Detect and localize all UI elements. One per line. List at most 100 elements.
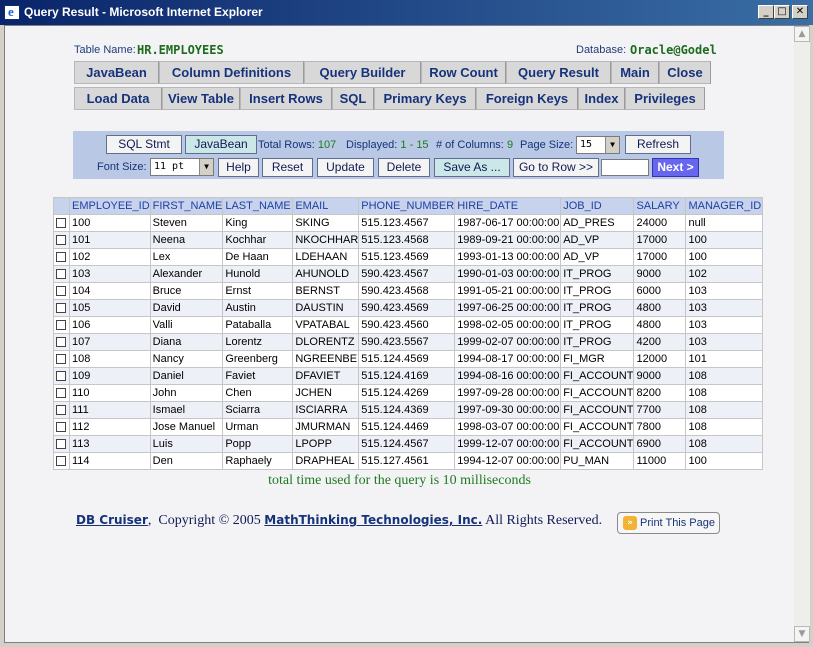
table-cell[interactable]: 101 bbox=[685, 350, 764, 368]
table-cell[interactable]: 590.423.4560 bbox=[358, 316, 456, 334]
table-cell[interactable]: 112 bbox=[69, 418, 151, 436]
table-cell[interactable]: 113 bbox=[69, 435, 151, 453]
row-checkbox[interactable] bbox=[56, 218, 66, 229]
nav-close[interactable]: Close bbox=[659, 61, 711, 84]
table-cell[interactable]: 103 bbox=[685, 333, 764, 351]
table-cell[interactable]: 108 bbox=[69, 350, 151, 368]
column-header[interactable]: EMPLOYEE_ID bbox=[69, 197, 151, 215]
table-cell[interactable]: Luis bbox=[149, 435, 224, 453]
table-cell[interactable]: 1997-09-28 00:00:00 bbox=[454, 384, 562, 402]
table-cell[interactable]: DFAVIET bbox=[292, 367, 360, 385]
table-row[interactable]: 102 Lex De Haan LDEHAAN 515.123.4569 1993-01-… bbox=[53, 248, 764, 266]
table-cell[interactable]: FI_ACCOUNT bbox=[560, 384, 635, 402]
column-header[interactable]: PHONE_NUMBER bbox=[358, 197, 456, 215]
column-header[interactable]: LAST_NAME bbox=[222, 197, 294, 215]
table-cell[interactable]: FI_ACCOUNT bbox=[560, 401, 635, 419]
nav-sql[interactable]: SQL bbox=[332, 87, 374, 110]
row-checkbox[interactable] bbox=[56, 269, 66, 280]
column-header[interactable]: MANAGER_ID bbox=[685, 197, 764, 215]
table-cell[interactable]: David bbox=[149, 299, 224, 317]
next-page-button[interactable]: Next > bbox=[652, 158, 699, 177]
table-cell[interactable]: Sciarra bbox=[222, 401, 294, 419]
table-cell[interactable]: LPOPP bbox=[292, 435, 360, 453]
row-checkbox[interactable] bbox=[56, 235, 66, 246]
table-cell[interactable]: Diana bbox=[149, 333, 224, 351]
table-cell[interactable]: 590.423.4567 bbox=[358, 265, 456, 283]
table-row[interactable]: 109 Daniel Faviet DFAVIET 515.124.4169 1994-0… bbox=[53, 367, 764, 385]
table-cell[interactable]: De Haan bbox=[222, 248, 294, 266]
table-cell[interactable]: 6000 bbox=[633, 282, 687, 300]
table-cell[interactable]: King bbox=[222, 214, 294, 232]
table-cell[interactable]: Neena bbox=[149, 231, 224, 249]
table-cell[interactable]: 590.423.4568 bbox=[358, 282, 456, 300]
row-checkbox[interactable] bbox=[56, 303, 66, 314]
table-cell[interactable]: IT_PROG bbox=[560, 265, 635, 283]
table-cell[interactable]: 1999-12-07 00:00:00 bbox=[454, 435, 562, 453]
table-cell[interactable]: 515.123.4567 bbox=[358, 214, 456, 232]
help-button[interactable]: Help bbox=[218, 158, 259, 177]
column-header[interactable]: HIRE_DATE bbox=[454, 197, 562, 215]
table-cell[interactable]: 24000 bbox=[633, 214, 687, 232]
table-row[interactable]: 101 Neena Kochhar NKOCHHAR 515.123.4568 1989-… bbox=[53, 231, 764, 249]
nav-insert-rows[interactable]: Insert Rows bbox=[240, 87, 332, 110]
nav-view-table[interactable]: View Table bbox=[162, 87, 240, 110]
table-cell[interactable]: LDEHAAN bbox=[292, 248, 360, 266]
table-cell[interactable]: IT_PROG bbox=[560, 333, 635, 351]
table-cell[interactable]: AHUNOLD bbox=[292, 265, 360, 283]
table-cell[interactable]: 111 bbox=[69, 401, 151, 419]
vertical-scrollbar[interactable]: ▲ ▼ bbox=[794, 26, 810, 642]
table-cell[interactable]: 108 bbox=[685, 384, 764, 402]
table-cell[interactable]: Bruce bbox=[149, 282, 224, 300]
nav-query-result[interactable]: Query Result bbox=[506, 61, 611, 84]
nav-query-builder[interactable]: Query Builder bbox=[304, 61, 421, 84]
table-row[interactable]: 108 Nancy Greenberg NGREENBE 515.124.4569 199… bbox=[53, 350, 764, 368]
table-cell[interactable]: 1997-09-30 00:00:00 bbox=[454, 401, 562, 419]
table-cell[interactable]: 9000 bbox=[633, 265, 687, 283]
table-cell[interactable]: Chen bbox=[222, 384, 294, 402]
page-size-select[interactable]: 15 ▼ bbox=[576, 136, 620, 154]
table-row[interactable]: 113 Luis Popp LPOPP 515.124.4567 1999-12-07 0… bbox=[53, 435, 764, 453]
table-cell[interactable]: 1994-12-07 00:00:00 bbox=[454, 452, 562, 470]
refresh-button[interactable]: Refresh bbox=[625, 135, 691, 154]
row-checkbox[interactable] bbox=[56, 456, 66, 467]
table-cell[interactable]: 515.123.4569 bbox=[358, 248, 456, 266]
table-cell[interactable]: 17000 bbox=[633, 231, 687, 249]
table-cell[interactable]: null bbox=[685, 214, 764, 232]
table-cell[interactable]: 515.124.4567 bbox=[358, 435, 456, 453]
table-cell[interactable]: 515.124.4569 bbox=[358, 350, 456, 368]
javabean-button[interactable]: JavaBean bbox=[185, 135, 257, 154]
table-cell[interactable]: PU_MAN bbox=[560, 452, 635, 470]
go-to-row-button[interactable]: Go to Row >> bbox=[513, 158, 599, 177]
table-cell[interactable]: Valli bbox=[149, 316, 224, 334]
table-cell[interactable]: Urman bbox=[222, 418, 294, 436]
table-cell[interactable]: Raphaely bbox=[222, 452, 294, 470]
table-cell[interactable]: Steven bbox=[149, 214, 224, 232]
table-cell[interactable]: 108 bbox=[685, 418, 764, 436]
table-cell[interactable]: Popp bbox=[222, 435, 294, 453]
table-row[interactable]: 106 Valli Pataballa VPATABAL 590.423.4560 199… bbox=[53, 316, 764, 334]
sql-stmt-button[interactable]: SQL Stmt bbox=[106, 135, 182, 154]
row-checkbox[interactable] bbox=[56, 337, 66, 348]
go-to-row-input[interactable] bbox=[601, 159, 649, 176]
table-cell[interactable]: 1993-01-13 00:00:00 bbox=[454, 248, 562, 266]
table-cell[interactable]: Lex bbox=[149, 248, 224, 266]
table-cell[interactable]: 106 bbox=[69, 316, 151, 334]
row-checkbox[interactable] bbox=[56, 286, 66, 297]
table-cell[interactable]: 1989-09-21 00:00:00 bbox=[454, 231, 562, 249]
scroll-up-icon[interactable]: ▲ bbox=[794, 26, 810, 42]
table-cell[interactable]: Kochhar bbox=[222, 231, 294, 249]
table-row[interactable]: 110 John Chen JCHEN 515.124.4269 1997-09-28 0… bbox=[53, 384, 764, 402]
update-button[interactable]: Update bbox=[317, 158, 374, 177]
save-as-button[interactable]: Save As ... bbox=[434, 158, 510, 177]
row-checkbox[interactable] bbox=[56, 252, 66, 263]
table-cell[interactable]: Jose Manuel bbox=[149, 418, 224, 436]
table-cell[interactable]: AD_VP bbox=[560, 248, 635, 266]
table-row[interactable]: 107 Diana Lorentz DLORENTZ 590.423.5567 1999-… bbox=[53, 333, 764, 351]
table-cell[interactable]: 515.127.4561 bbox=[358, 452, 456, 470]
table-cell[interactable]: 1987-06-17 00:00:00 bbox=[454, 214, 562, 232]
table-cell[interactable]: NGREENBE bbox=[292, 350, 360, 368]
table-cell[interactable]: 515.123.4568 bbox=[358, 231, 456, 249]
table-cell[interactable]: SKING bbox=[292, 214, 360, 232]
table-cell[interactable]: Ernst bbox=[222, 282, 294, 300]
table-cell[interactable]: 1994-08-16 00:00:00 bbox=[454, 367, 562, 385]
